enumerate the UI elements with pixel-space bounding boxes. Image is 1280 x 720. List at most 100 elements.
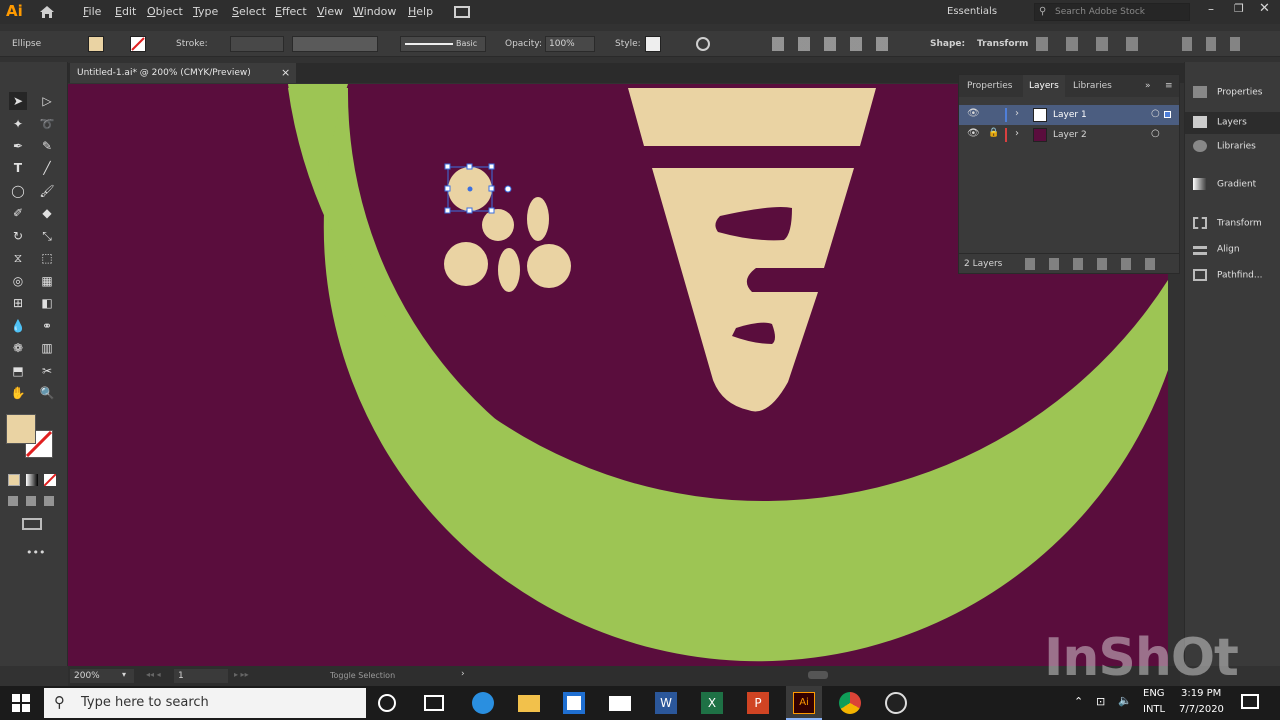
align-buttons[interactable] bbox=[772, 37, 902, 51]
recolor-artwork-icon[interactable] bbox=[696, 37, 710, 51]
tab-layers[interactable]: Layers bbox=[1023, 75, 1065, 97]
gradient-tool-icon[interactable]: ◧ bbox=[38, 294, 56, 312]
shaper-tool-icon[interactable]: ✐ bbox=[9, 204, 27, 222]
stroke-weight-field[interactable] bbox=[230, 36, 284, 52]
ellipse-tool-icon[interactable]: ◯ bbox=[9, 182, 27, 200]
selection-tool-icon[interactable]: ➤ bbox=[9, 92, 27, 110]
drawing-modes-icon[interactable] bbox=[8, 496, 58, 506]
network-icon[interactable]: ⊡ bbox=[1096, 695, 1105, 708]
target-circle-icon[interactable]: ○ bbox=[1151, 108, 1160, 119]
shape-builder-tool-icon[interactable]: ◎ bbox=[9, 272, 27, 290]
status-arrow-icon[interactable]: › bbox=[461, 669, 465, 679]
graphic-style-swatch[interactable] bbox=[645, 36, 661, 52]
tab-libraries[interactable]: Libraries bbox=[1073, 81, 1112, 91]
stock-search-box[interactable]: ⚲ Search Adobe Stock bbox=[1034, 3, 1190, 21]
language-top[interactable]: ENG bbox=[1143, 688, 1165, 699]
artboard-tool-icon[interactable]: ⬒ bbox=[9, 362, 27, 380]
close-tab-icon[interactable]: × bbox=[281, 66, 290, 79]
menu-help[interactable]: Help bbox=[408, 5, 433, 18]
symbol-sprayer-tool-icon[interactable]: ❁ bbox=[9, 339, 27, 357]
line-tool-icon[interactable]: ╱ bbox=[38, 159, 56, 177]
hand-tool-icon[interactable]: ✋ bbox=[9, 384, 27, 402]
clock-time[interactable]: 3:19 PM bbox=[1181, 688, 1221, 699]
stroke-swatch[interactable] bbox=[130, 36, 146, 52]
store-icon[interactable] bbox=[563, 692, 585, 714]
transform-buttons[interactable] bbox=[1036, 37, 1146, 51]
excel-icon[interactable]: X bbox=[701, 692, 723, 714]
type-tool-icon[interactable]: T bbox=[9, 159, 27, 177]
obs-icon[interactable] bbox=[885, 692, 907, 714]
artboard-field[interactable]: 1 bbox=[174, 669, 228, 683]
task-view-icon[interactable] bbox=[424, 695, 444, 711]
illustrator-taskbar-button[interactable]: Ai bbox=[786, 686, 822, 720]
cortana-icon[interactable] bbox=[378, 694, 396, 712]
width-tool-icon[interactable]: ⧖ bbox=[9, 249, 27, 267]
lasso-tool-icon[interactable]: ➰ bbox=[38, 115, 56, 133]
brush-definition[interactable]: Basic bbox=[400, 36, 486, 52]
tab-properties[interactable]: Properties bbox=[967, 81, 1012, 91]
dock-layers[interactable]: Layers bbox=[1185, 112, 1280, 134]
arrange-documents-icon[interactable] bbox=[454, 6, 470, 18]
fill-color-box[interactable] bbox=[6, 414, 36, 444]
minimize-icon[interactable]: – bbox=[1208, 2, 1214, 16]
menu-file[interactable]: File bbox=[83, 5, 101, 18]
eye-icon[interactable]: 👁 bbox=[967, 108, 980, 119]
chrome-icon[interactable] bbox=[839, 692, 861, 714]
clock-date[interactable]: 7/7/2020 bbox=[1179, 704, 1224, 715]
menu-edit[interactable]: Edit bbox=[115, 5, 136, 18]
dock-transform[interactable]: Transform bbox=[1193, 217, 1262, 239]
selected-art-indicator[interactable] bbox=[1164, 111, 1171, 118]
variable-width-profile[interactable] bbox=[292, 36, 378, 52]
mesh-tool-icon[interactable]: ⊞ bbox=[9, 294, 27, 312]
direct-selection-tool-icon[interactable]: ▷ bbox=[38, 92, 56, 110]
edit-toolbar-icon[interactable]: ••• bbox=[26, 546, 45, 559]
layer-name-1[interactable]: Layer 1 bbox=[1053, 110, 1087, 120]
panel-menu-buttons[interactable] bbox=[1182, 37, 1252, 51]
menu-effect[interactable]: Effect bbox=[275, 5, 307, 18]
artboard-nav-next-icon[interactable]: ▸ ▸▸ bbox=[234, 670, 249, 679]
gradient-mode-icon[interactable] bbox=[26, 474, 38, 486]
artboard-nav-prev-icon[interactable]: ◂◂ ◂ bbox=[146, 670, 161, 679]
slice-tool-icon[interactable]: ✂ bbox=[38, 362, 56, 380]
color-mode-icon[interactable] bbox=[8, 474, 20, 486]
dock-properties[interactable]: Properties bbox=[1193, 86, 1262, 108]
layer-action-buttons[interactable] bbox=[1025, 258, 1165, 270]
workspace-switcher[interactable]: Essentials bbox=[947, 6, 997, 17]
dock-gradient[interactable]: Gradient bbox=[1193, 178, 1256, 200]
scale-tool-icon[interactable]: ⤡ bbox=[38, 227, 56, 245]
mail-icon[interactable] bbox=[609, 696, 631, 711]
show-hidden-icons-icon[interactable]: ⌃ bbox=[1074, 695, 1083, 708]
dock-pathfinder[interactable]: Pathfind... bbox=[1193, 269, 1262, 291]
graph-tool-icon[interactable]: ▥ bbox=[38, 339, 56, 357]
layer-row-2[interactable]: 👁 🔒 › Layer 2 ○ bbox=[959, 125, 1179, 145]
eraser-tool-icon[interactable]: ◆ bbox=[38, 204, 56, 222]
zoom-field[interactable]: 200% ▾ bbox=[70, 669, 134, 683]
menu-type[interactable]: Type bbox=[193, 5, 218, 18]
zoom-dropdown-icon[interactable]: ▾ bbox=[122, 670, 126, 679]
target-circle-icon[interactable]: ○ bbox=[1151, 128, 1160, 139]
paintbrush-tool-icon[interactable]: 🖌 bbox=[38, 182, 56, 200]
home-icon[interactable] bbox=[38, 3, 56, 21]
expand-chevron-icon[interactable]: › bbox=[1015, 108, 1019, 119]
dock-libraries[interactable]: Libraries bbox=[1193, 140, 1256, 162]
magic-wand-tool-icon[interactable]: ✦ bbox=[9, 115, 27, 133]
curvature-tool-icon[interactable]: ✎ bbox=[38, 137, 56, 155]
expand-chevron-icon[interactable]: › bbox=[1015, 128, 1019, 139]
menu-view[interactable]: View bbox=[317, 5, 343, 18]
horizontal-scrollbar-thumb[interactable] bbox=[808, 671, 828, 679]
edge-icon[interactable] bbox=[472, 692, 494, 714]
menu-select[interactable]: Select bbox=[232, 5, 266, 18]
free-transform-tool-icon[interactable]: ⬚ bbox=[38, 249, 56, 267]
perspective-grid-tool-icon[interactable]: ▦ bbox=[38, 272, 56, 290]
layer-row-1[interactable]: 👁 › Layer 1 ○ bbox=[959, 105, 1179, 125]
powerpoint-icon[interactable]: P bbox=[747, 692, 769, 714]
screen-mode-icon[interactable] bbox=[22, 518, 42, 530]
taskbar-search-box[interactable]: ⚲ Type here to search bbox=[44, 688, 366, 718]
panel-menu-icon[interactable]: ≡ bbox=[1165, 81, 1173, 91]
blend-tool-icon[interactable]: ⚭ bbox=[38, 317, 56, 335]
lock-icon[interactable]: 🔒 bbox=[988, 128, 999, 138]
pen-tool-icon[interactable]: ✒ bbox=[9, 137, 27, 155]
close-window-icon[interactable]: ✕ bbox=[1259, 1, 1270, 16]
windows-logo-icon[interactable] bbox=[12, 694, 30, 712]
transform-label[interactable]: Transform bbox=[977, 39, 1028, 49]
